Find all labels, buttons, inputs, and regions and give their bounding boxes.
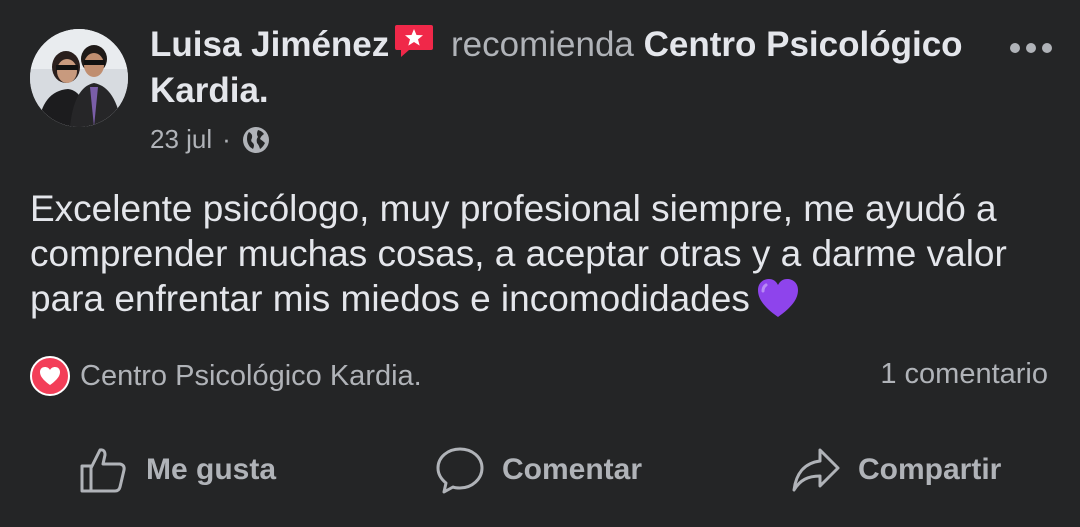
purple-heart-emoji [756,277,800,319]
avatar[interactable] [30,29,128,127]
share-label: Compartir [858,453,1002,486]
comment-label: Comentar [502,453,643,486]
share-button[interactable]: Compartir [790,444,1001,496]
share-arrow-icon [792,448,840,492]
action-bar: Me gusta Comentar Compartir [0,430,1080,510]
meta-separator: · [222,124,231,154]
post-meta: 23 jul · [150,124,271,155]
more-icon [1010,43,1052,53]
like-label: Me gusta [146,453,277,486]
like-button[interactable]: Me gusta [78,444,276,496]
post-card: Luisa Jiménez recomienda Centro Psicológ… [0,0,1080,527]
comments-count-link[interactable]: 1 comentario [880,358,1048,391]
author-name[interactable]: Luisa Jiménez [150,25,389,64]
comment-bubble-icon [436,447,484,494]
recommend-star-icon [393,22,435,60]
post-date[interactable]: 23 jul [150,124,212,155]
post-header: Luisa Jiménez recomienda Centro Psicológ… [150,22,990,114]
reactions-summary[interactable]: Centro Psicológico Kardia. [30,356,422,396]
love-reaction-icon [30,356,70,396]
action-text: recomienda [451,25,634,64]
avatar-photo [30,29,128,127]
globe-icon [242,126,269,153]
reactions-names: Centro Psicológico Kardia. [80,359,422,392]
thumbs-up-icon [80,448,126,493]
post-body: Excelente psicólogo, muy profesional sie… [30,186,1060,321]
comment-button[interactable]: Comentar [434,444,642,496]
post-text: Excelente psicólogo, muy profesional sie… [30,188,1007,319]
more-options-button[interactable] [1006,38,1056,58]
